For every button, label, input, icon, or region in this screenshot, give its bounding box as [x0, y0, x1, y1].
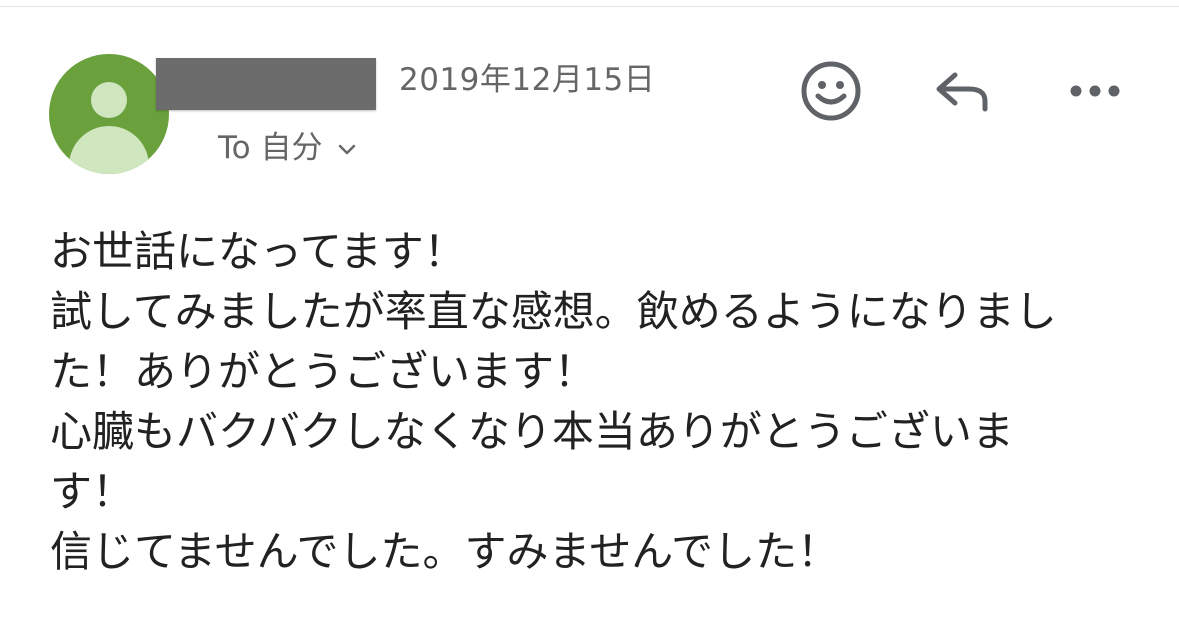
message-line: お世話になってます！ [50, 227, 466, 276]
chevron-down-icon [338, 144, 355, 155]
avatar-person-body [69, 126, 149, 174]
message-line: 心臓もバクバクしなくなり本当ありがとうございま [50, 407, 1014, 456]
reply-button[interactable] [928, 56, 998, 126]
email-view: 2019年12月15日 To 自分 お世話になってます！ 試してみましたが率直な… [0, 0, 1179, 626]
avatar-person-icon [91, 82, 127, 118]
recipient-label: To 自分 [218, 130, 323, 166]
add-reaction-button[interactable] [796, 56, 866, 126]
recipient-toggle[interactable]: To 自分 [218, 130, 357, 166]
message-line: 信じてませんでした。すみませんでした！ [50, 527, 840, 576]
reply-arrow-icon [936, 72, 988, 112]
message-line: 試してみましたが率直な感想。飲めるようになりまし [50, 287, 1057, 336]
message-date: 2019年12月15日 [399, 62, 656, 98]
message-line: す！ [50, 467, 135, 516]
message-line: た！ありがとうございます！ [50, 347, 597, 396]
more-horizontal-icon [1070, 85, 1120, 97]
sender-avatar[interactable] [49, 54, 169, 174]
message-body: お世話になってます！ 試してみましたが率直な感想。飲めるようになりまし た！あり… [50, 222, 1140, 582]
more-options-button[interactable] [1060, 56, 1130, 126]
top-divider [0, 0, 1179, 7]
smiley-face-icon [801, 61, 861, 121]
sender-name-redacted [156, 58, 376, 110]
